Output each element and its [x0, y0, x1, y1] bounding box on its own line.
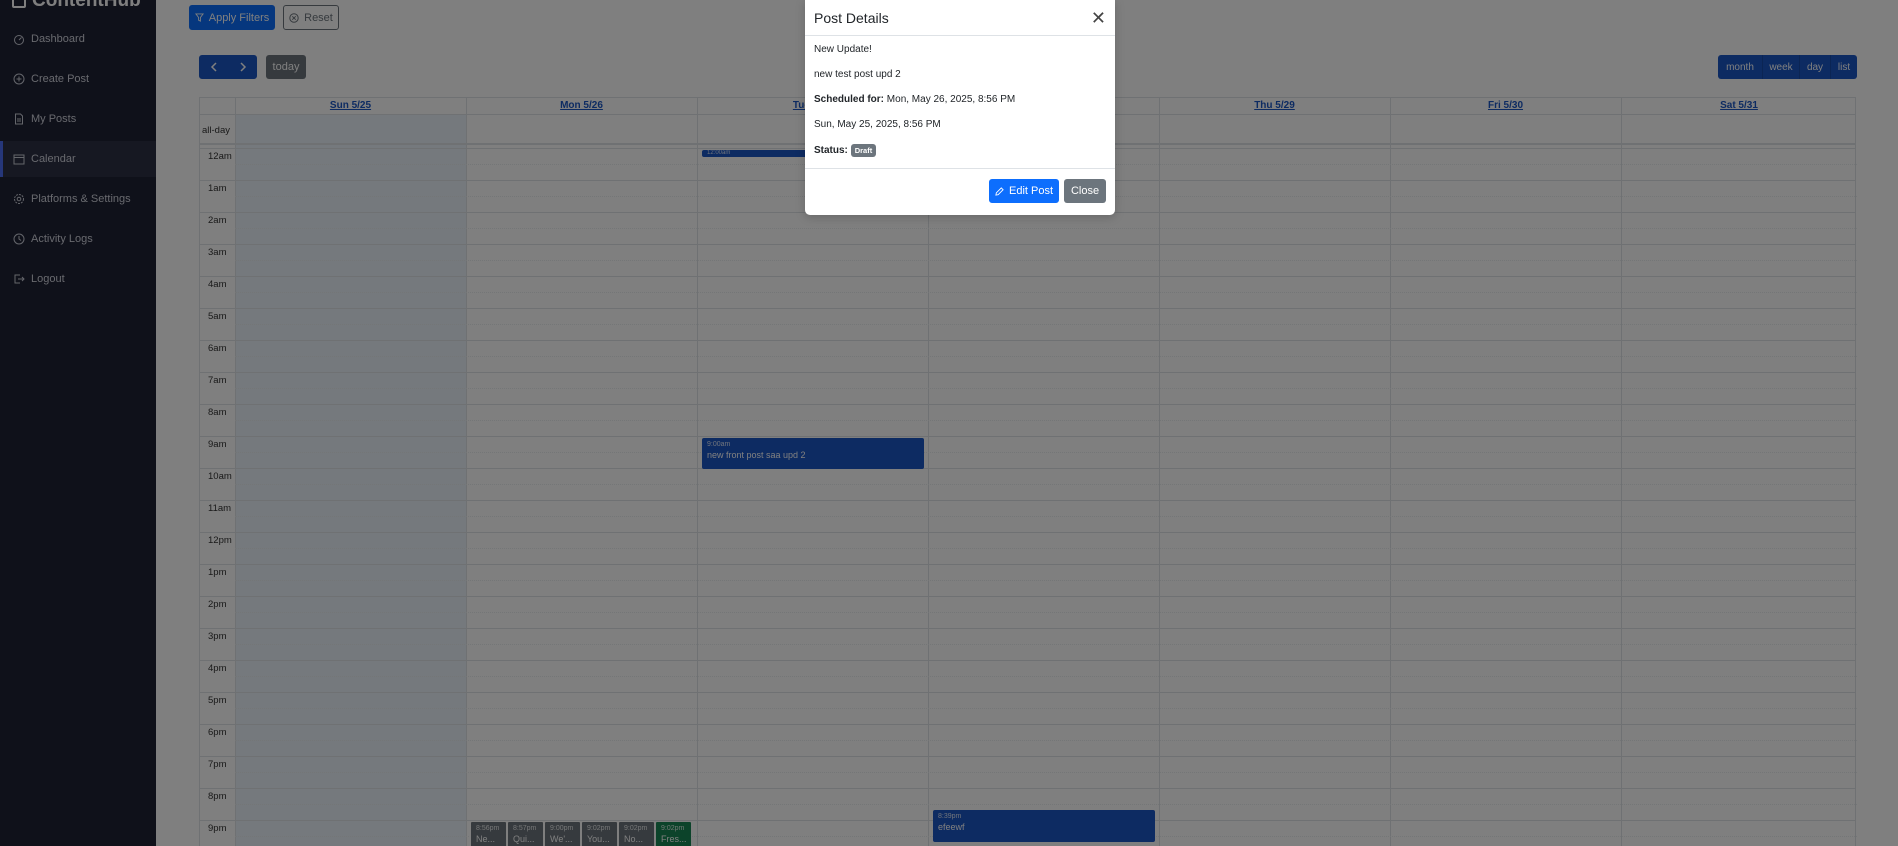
modal-body: New Update! new test post upd 2 Schedule… — [805, 36, 1115, 157]
scheduled-value: Mon, May 26, 2025, 8:56 PM — [886, 94, 1016, 105]
pencil-icon — [995, 186, 1004, 196]
post-title: New Update! — [814, 44, 872, 55]
post-details-modal: Post Details ✕ New Update! new test post… — [805, 0, 1115, 215]
edit-post-label: Edit Post — [1008, 185, 1054, 197]
modal-footer: Edit Post Close — [805, 168, 1115, 215]
post-content: new test post upd 2 — [814, 69, 901, 80]
scheduled-label: Scheduled for: — [814, 94, 885, 105]
modal-title: Post Details — [814, 9, 889, 26]
close-button[interactable]: Close — [1064, 179, 1106, 203]
status-badge: Draft — [850, 144, 877, 157]
close-icon[interactable]: ✕ — [1091, 9, 1106, 27]
edit-post-button[interactable]: Edit Post — [989, 179, 1059, 203]
modal-header: Post Details ✕ — [805, 0, 1115, 36]
created-value: Sun, May 25, 2025, 8:56 PM — [814, 119, 941, 130]
status-label: Status: — [814, 145, 848, 157]
scheduled-row: Scheduled for: Mon, May 26, 2025, 8:56 P… — [814, 94, 1106, 105]
status-row: Status: Draft — [814, 144, 1106, 157]
